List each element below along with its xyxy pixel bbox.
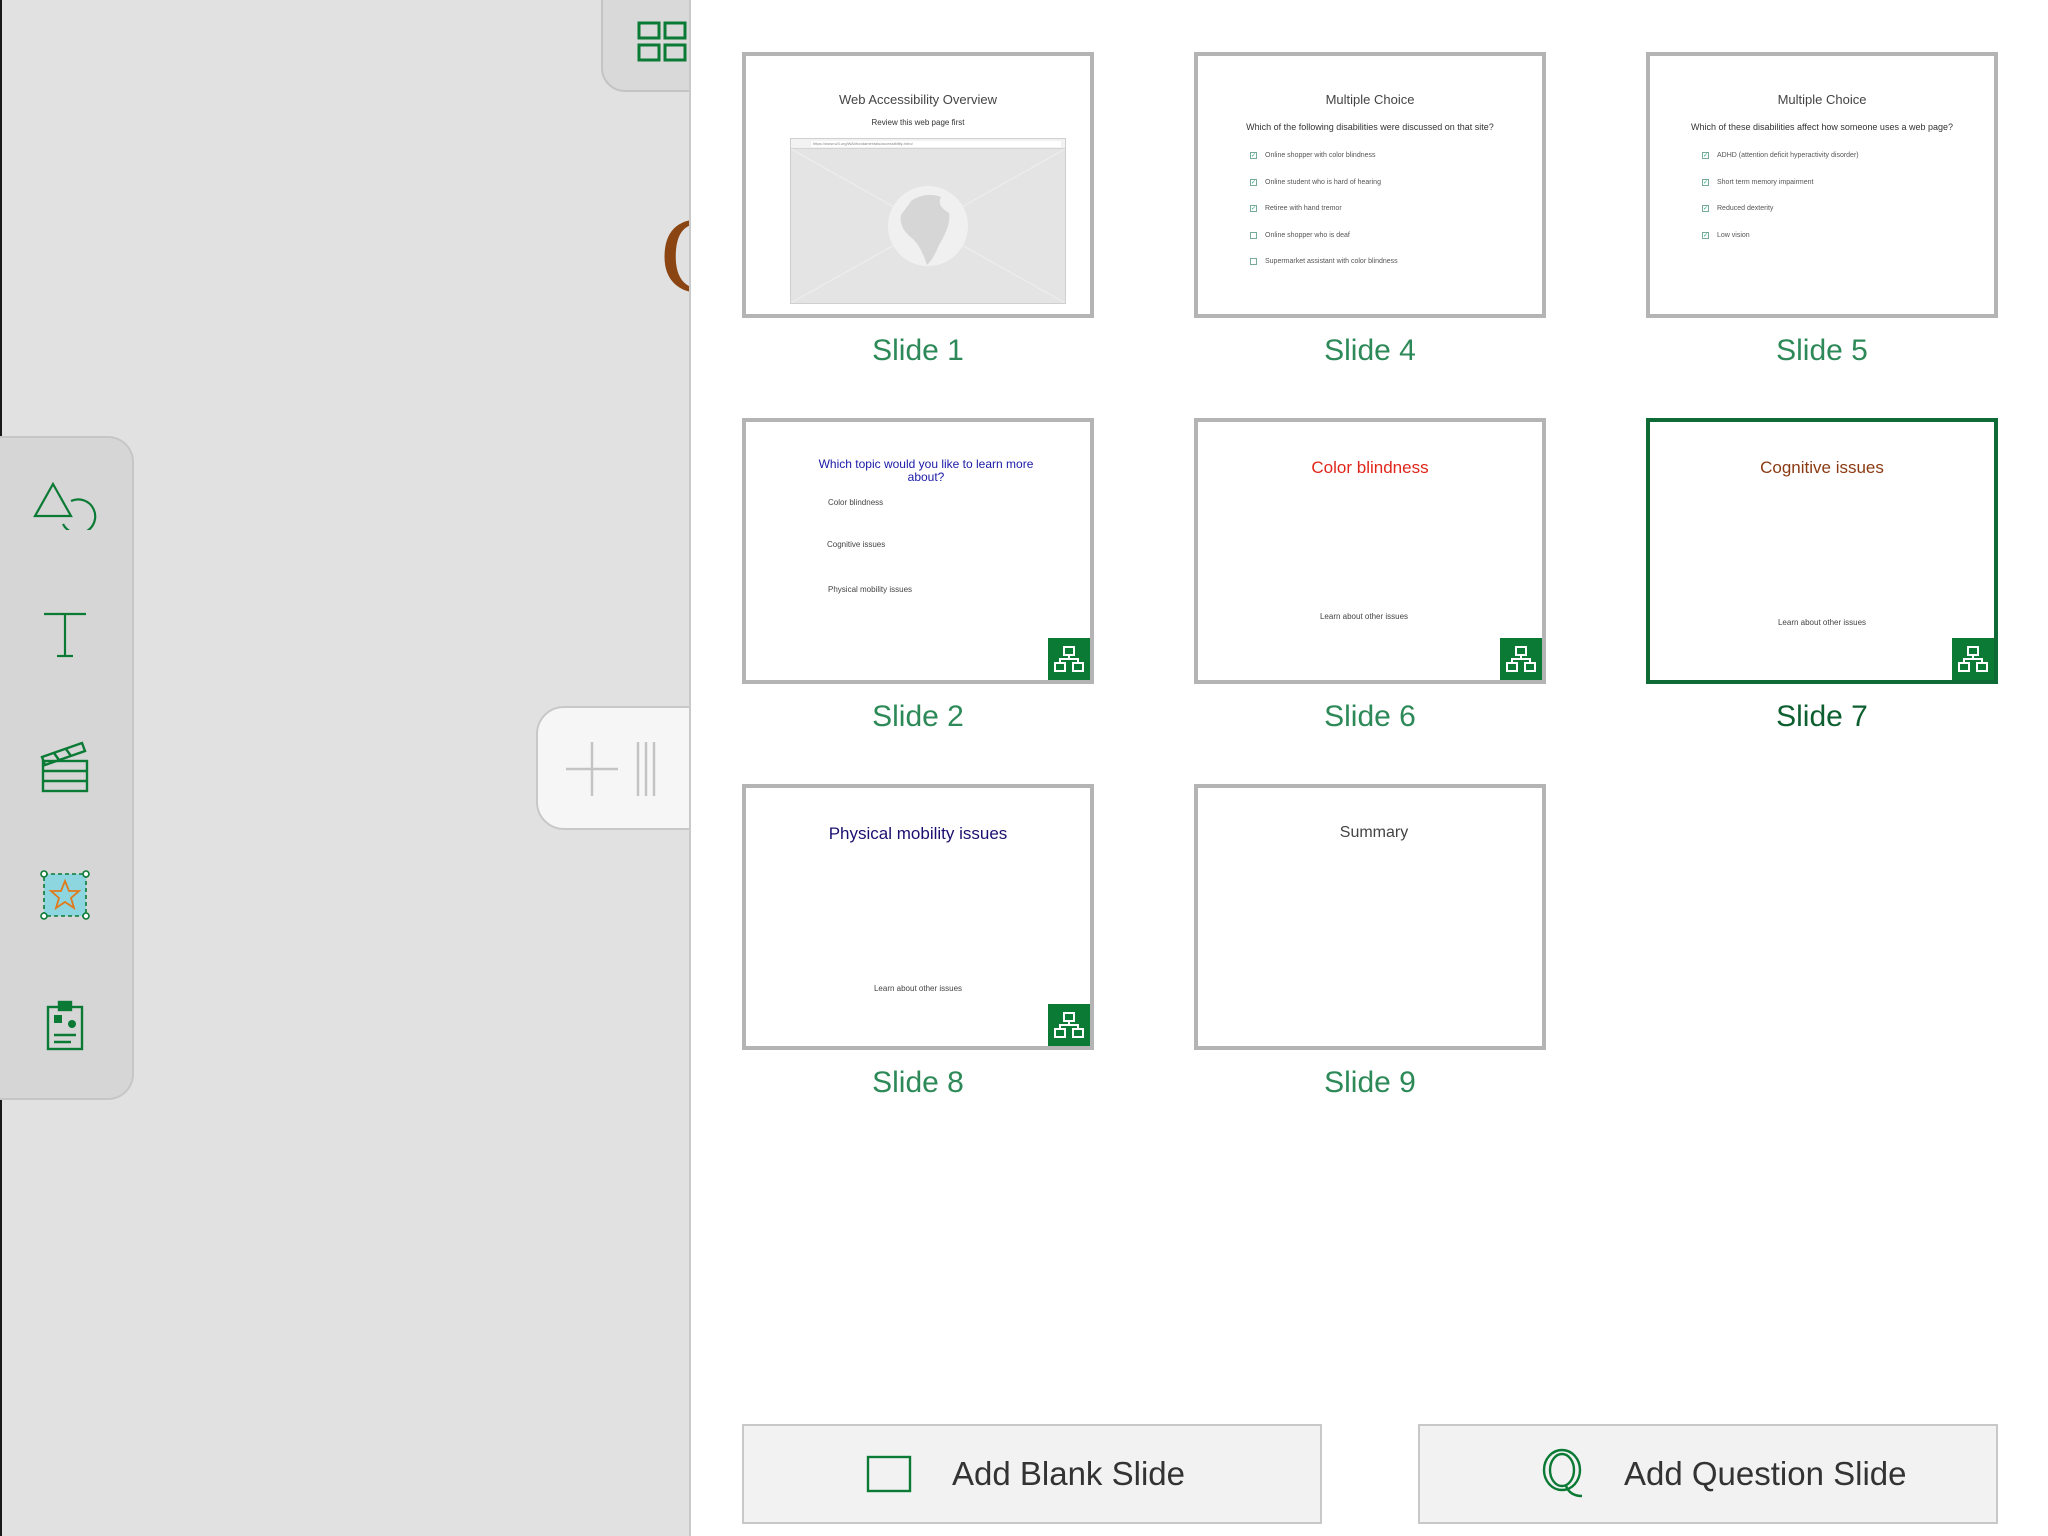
- grid-icon: [637, 21, 687, 68]
- slide-title: Which topic would you like to learn more…: [818, 457, 1034, 484]
- slide-thumbnail: Multiple Choice Which of these disabilit…: [1646, 52, 1998, 318]
- answer-options: ✓ ADHD (attention deficit hyperactivity d…: [1702, 152, 1859, 258]
- answer-option-text: Short term memory impairment: [1717, 178, 1814, 186]
- answer-option: ✓ Online student who is hard of hearing: [1250, 178, 1398, 206]
- media-clapperboard-icon: [39, 739, 91, 800]
- menu-option: Cognitive issues: [827, 540, 886, 549]
- globe-icon: [790, 148, 1066, 304]
- slide-footer-link: Learn about other issues: [1319, 612, 1409, 621]
- answer-option-text: Online student who is hard of hearing: [1265, 178, 1381, 186]
- branching-icon: [1506, 646, 1536, 672]
- clipboard-icon: [45, 999, 85, 1056]
- answer-option: ✓ Retiree with hand tremor: [1250, 205, 1398, 232]
- slide-question: Which of the following disabilities were…: [1246, 122, 1494, 132]
- answer-option-text: Online shopper who is deaf: [1265, 231, 1350, 239]
- checked-box-icon: ✓: [1702, 205, 1709, 212]
- checked-box-icon: ✓: [1250, 205, 1257, 212]
- answer-option: Supermarket assistant with color blindne…: [1250, 258, 1398, 285]
- answer-option-text: Reduced dexterity: [1717, 205, 1774, 212]
- slide-label: Slide 9: [1324, 1066, 1416, 1099]
- answer-option-text: Low vision: [1717, 231, 1750, 239]
- slide-thumbnail: Web Accessibility Overview Review this w…: [742, 52, 1094, 318]
- menu-option: Physical mobility issues: [828, 585, 913, 594]
- answer-options: ✓ Online shopper with color blindness ✓ Onl…: [1250, 152, 1398, 285]
- image-tool-button[interactable]: [24, 856, 106, 938]
- answer-option-text: ADHD (attention deficit hyperactivity di…: [1717, 152, 1859, 159]
- clipboard-tool-button[interactable]: [24, 986, 106, 1068]
- checked-box-icon: ✓: [1250, 152, 1257, 159]
- answer-option: Online shopper who is deaf: [1250, 231, 1398, 259]
- answer-option: ✓ Online shopper with color blindness: [1250, 152, 1398, 179]
- slide-title: Multiple Choice: [1777, 92, 1867, 107]
- checked-box-icon: ✓: [1250, 178, 1257, 186]
- answer-option-text: Online shopper with color blindness: [1265, 152, 1376, 159]
- slide-thumbnail: Physical mobility issues Learn about oth…: [742, 784, 1094, 1050]
- text-icon: [40, 610, 90, 665]
- answer-option: ✓ Low vision: [1702, 231, 1859, 259]
- slide-grid-view-button[interactable]: [601, 0, 691, 92]
- slide-label: Slide 5: [1776, 334, 1868, 367]
- branching-icon: [1054, 646, 1084, 672]
- shapes-tool-button[interactable]: [24, 466, 106, 548]
- branching-badge: [1952, 638, 1994, 680]
- menu-option: Color blindness: [828, 498, 884, 507]
- slide-thumbnail: Which topic would you like to learn more…: [742, 418, 1094, 684]
- text-tool-button[interactable]: [24, 596, 106, 678]
- media-tool-button[interactable]: [24, 728, 106, 810]
- slide-thumbnail: Color blindness Learn about other issues: [1194, 418, 1546, 684]
- add-slide-tab[interactable]: [536, 706, 696, 830]
- add-blank-slide-button[interactable]: Add Blank Slide: [742, 1424, 1322, 1524]
- insert-toolbar: [0, 436, 134, 1100]
- slide-label: Slide 7: [1776, 700, 1868, 733]
- checked-box-icon: ✓: [1702, 178, 1709, 186]
- slide-title: Cognitive issues: [1760, 458, 1884, 477]
- answer-option: ✓ Reduced dexterity: [1702, 205, 1859, 232]
- add-question-slide-label: Add Question Slide: [1624, 1455, 1907, 1492]
- slide-question: Which of these disabilities affect how s…: [1691, 122, 1953, 132]
- slide-label: Slide 6: [1324, 700, 1416, 733]
- slide-title: Color blindness: [1311, 458, 1429, 477]
- slide-label: Slide 2: [872, 700, 964, 733]
- slide-footer-link: Learn about other issues: [1777, 618, 1867, 627]
- blank-slide-icon: [866, 1455, 912, 1493]
- plus-reorder-icon: [566, 742, 656, 796]
- checked-box-icon: ✓: [1702, 152, 1709, 159]
- add-question-slide-button[interactable]: Add Question Slide: [1418, 1424, 1998, 1524]
- slide-title: Summary: [1339, 824, 1409, 841]
- answer-option: ✓ Short term memory impairment: [1702, 178, 1859, 206]
- slide-title: Physical mobility issues: [828, 824, 1008, 843]
- slide-label: Slide 1: [872, 334, 964, 367]
- question-icon: [1540, 1448, 1584, 1500]
- add-blank-slide-label: Add Blank Slide: [952, 1455, 1185, 1492]
- slide-thumbnail: Summary: [1194, 784, 1546, 1050]
- web-page-embed: https://www.w3.org/WAI/fundamentals/acce…: [790, 138, 1066, 304]
- slide-thumbnail: Multiple Choice Which of the following d…: [1194, 52, 1546, 318]
- branching-icon: [1054, 1012, 1084, 1038]
- slide-sorter-panel: Web Accessibility Overview Review this w…: [689, 0, 2048, 1536]
- branching-icon: [1958, 646, 1988, 672]
- branching-badge: [1500, 638, 1542, 680]
- answer-option-text: Supermarket assistant with color blindne…: [1265, 258, 1398, 265]
- answer-option: ✓ ADHD (attention deficit hyperactivity d…: [1702, 152, 1859, 179]
- empty-checkbox-icon: [1250, 231, 1257, 239]
- slide-title: Web Accessibility Overview: [839, 92, 997, 107]
- slide-label: Slide 4: [1324, 334, 1416, 367]
- branching-badge: [1048, 1004, 1090, 1046]
- slide-subtitle: Review this web page first: [871, 118, 965, 127]
- shapes-icon: [33, 480, 97, 535]
- branching-badge: [1048, 638, 1090, 680]
- answer-option-text: Retiree with hand tremor: [1265, 205, 1342, 212]
- url-field: https://www.w3.org/WAI/fundamentals/acce…: [811, 141, 1061, 147]
- slide-footer-link: Learn about other issues: [873, 984, 963, 993]
- slide-thumbnail: Cognitive issues Learn about other issue…: [1646, 418, 1998, 684]
- empty-checkbox-icon: [1250, 258, 1257, 265]
- star-image-icon: [40, 869, 90, 925]
- slide-label: Slide 8: [872, 1066, 964, 1099]
- slide-title: Multiple Choice: [1325, 92, 1415, 107]
- checked-box-icon: ✓: [1702, 231, 1709, 239]
